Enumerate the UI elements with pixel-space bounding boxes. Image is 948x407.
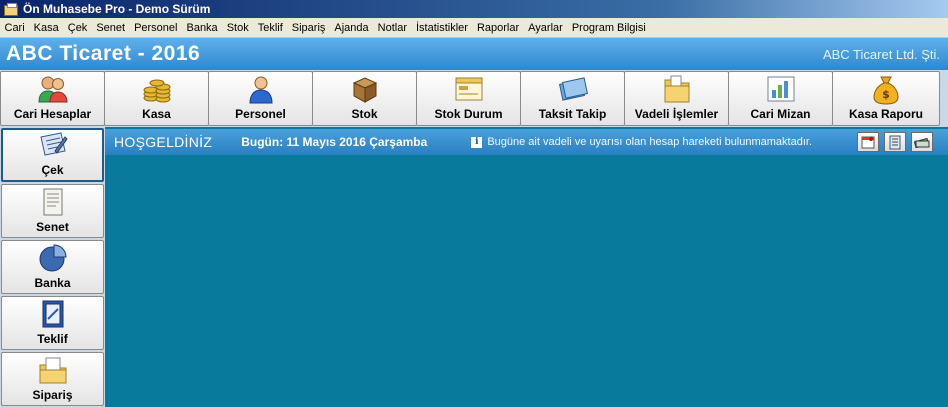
app-icon (4, 3, 18, 16)
menu-item[interactable]: Ajanda (330, 18, 373, 38)
menu-item[interactable]: Senet (92, 18, 130, 38)
sidebar-button[interactable]: Çek (1, 128, 104, 182)
menu-item[interactable]: Sipariş (287, 18, 330, 38)
menu-item[interactable]: Cari (0, 18, 29, 38)
info-icon: i (471, 136, 483, 148)
money-icon (914, 137, 930, 148)
menu-item[interactable]: Program Bilgisi (567, 18, 650, 38)
sidebar-button-label: Teklif (37, 332, 68, 346)
menu-item[interactable]: Notlar (373, 18, 411, 38)
window-title: Ön Muhasebe Pro - Demo Sürüm (23, 2, 211, 16)
title-bar: Ön Muhasebe Pro - Demo Sürüm (0, 0, 948, 18)
toolbar-button-label: Taksit Takip (538, 107, 607, 121)
menu-item[interactable]: Stok (222, 18, 253, 38)
card-icon (556, 74, 590, 104)
sidebar-button-label: Banka (34, 276, 71, 290)
notice-text: Bugüne ait vadeli ve uyarısı olan hesap … (487, 136, 813, 148)
notepad-icon (889, 135, 901, 149)
sidebar-button[interactable]: Banka (1, 240, 104, 294)
notes-button[interactable] (884, 132, 906, 152)
company-title: ABC Ticaret - 2016 (6, 42, 201, 65)
toolbar-button-label: Stok (351, 107, 378, 121)
toolbar-button[interactable]: Stok Durum (416, 71, 521, 126)
toolbar-button[interactable]: Kasa (104, 71, 209, 126)
money-bag-icon: $ (869, 74, 903, 105)
toolbar-button[interactable]: Personel (208, 71, 313, 126)
coins-icon (140, 74, 174, 104)
toolbar-button[interactable]: Taksit Takip (520, 71, 625, 126)
window-icon (452, 74, 486, 104)
menu-item[interactable]: Personel (130, 18, 182, 38)
toolbar-button-label: Personel (235, 107, 286, 121)
menu-item[interactable]: Raporlar (472, 18, 523, 38)
calendar-icon (861, 136, 875, 149)
menu-item[interactable]: İstatistikler (412, 18, 473, 38)
sidebar-button[interactable]: Senet (1, 184, 104, 238)
sidebar-button-label: Çek (41, 163, 64, 177)
box-icon (348, 74, 382, 104)
toolbar-button-label: Kasa (142, 107, 171, 121)
menu-bar: Cari Kasa Çek Senet Personel Banka Stok Teklif S… (0, 18, 948, 38)
calendar-button[interactable] (857, 132, 879, 152)
offer-icon (37, 299, 69, 329)
svg-text:$: $ (882, 88, 890, 101)
pie-icon (37, 243, 69, 273)
company-name: ABC Ticaret Ltd. Şti. (822, 46, 940, 62)
menu-item[interactable]: Kasa (29, 18, 63, 38)
menu-item[interactable]: Ayarlar (524, 18, 568, 38)
company-header: ABC Ticaret - 2016 ABC Ticaret Ltd. Şti. (0, 38, 948, 70)
greeting: HOŞGELDİNİZ (114, 134, 213, 150)
toolbar-button[interactable]: Cari Hesaplar (0, 71, 105, 126)
toolbar-button[interactable]: Vadeli İşlemler (624, 71, 729, 126)
main-toolbar: Cari Hesaplar Kasa Personel Stok Stok Durum T… (0, 70, 948, 127)
toolbar-button-label: Kasa Raporu (848, 107, 924, 121)
workspace (105, 155, 948, 407)
sidebar-button[interactable]: Sipariş (1, 352, 104, 406)
sidebar-button[interactable]: Teklif (1, 296, 104, 350)
welcome-bar: HOŞGELDİNİZ Bugün: 11 Mayıs 2016 Çarşamb… (105, 129, 948, 155)
toolbar-button-label: Cari Mizan (750, 107, 811, 121)
menu-item[interactable]: Banka (182, 18, 222, 38)
document-icon (37, 187, 69, 217)
folder-icon (660, 74, 694, 104)
toolbar-button-label: Vadeli İşlemler (634, 107, 719, 121)
toolbar-button-label: Stok Durum (434, 107, 503, 121)
toolbar-button[interactable]: $ Kasa Raporu (832, 71, 940, 126)
sidebar-button-label: Sipariş (32, 388, 73, 402)
toolbar-button[interactable]: Stok (312, 71, 417, 126)
toolbar-button-label: Cari Hesaplar (13, 107, 92, 121)
sidebar: Çek Senet Banka Teklif Sipariş (0, 127, 105, 407)
menu-item[interactable]: Teklif (253, 18, 287, 38)
person-icon (244, 74, 278, 104)
chart-icon (764, 74, 798, 104)
cash-button[interactable] (911, 132, 933, 152)
users-icon (36, 74, 70, 104)
order-icon (37, 355, 69, 385)
check-book-icon (37, 130, 69, 160)
sidebar-button-label: Senet (36, 220, 69, 234)
menu-item[interactable]: Çek (63, 18, 92, 38)
toolbar-button[interactable]: Cari Mizan (728, 71, 833, 126)
today-date: Bugün: 11 Mayıs 2016 Çarşamba (241, 135, 428, 149)
